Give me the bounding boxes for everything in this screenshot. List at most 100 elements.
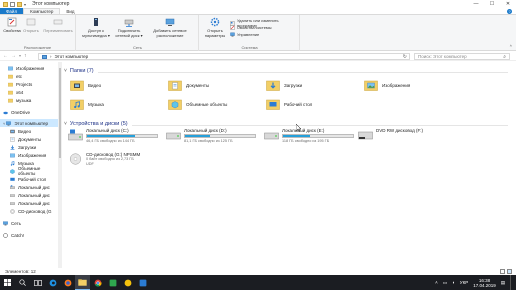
drive-c[interactable]: Локальный диск (C:) 46,4 ГБ свободно из … bbox=[68, 128, 168, 146]
search-taskbar-button[interactable] bbox=[15, 275, 30, 290]
back-arrow-icon[interactable]: ← bbox=[3, 53, 8, 59]
media-access-button[interactable]: Доступ к мультимедиа ▾ bbox=[81, 17, 111, 38]
nav-item-drive-d[interactable]: Локальный дис bbox=[0, 191, 58, 199]
notifications-icon[interactable]: ▤ bbox=[501, 280, 505, 286]
properties-icon[interactable] bbox=[10, 1, 15, 7]
folder-downloads[interactable]: Загрузки bbox=[266, 79, 302, 91]
large-icons-view-icon[interactable] bbox=[507, 269, 512, 274]
folder-3d-objects[interactable]: Объемные объекты bbox=[168, 98, 227, 110]
forward-arrow-icon[interactable]: → bbox=[11, 53, 16, 59]
map-network-drive-button[interactable]: Подключить сетевой диск ▾ bbox=[113, 17, 145, 38]
tab-file[interactable]: Файл bbox=[0, 8, 24, 14]
nav-item-drive-c[interactable]: Локальный дис bbox=[0, 183, 58, 191]
cd-icon bbox=[69, 153, 82, 165]
network-tray-icon[interactable]: ▭ bbox=[443, 280, 447, 286]
quick-access-dropdown-icon[interactable]: ▾ bbox=[24, 2, 26, 7]
tray-chevron-up-icon[interactable]: ˄ bbox=[435, 280, 438, 285]
show-desktop-button[interactable] bbox=[510, 275, 512, 290]
section-header-devices-drives[interactable]: ˅ Устройства и диски (5) bbox=[64, 120, 128, 128]
taskbar-app-green[interactable] bbox=[105, 275, 120, 290]
cd-drive-g[interactable]: CD-дисковод (G:) NPSMM 0 байт свободно и… bbox=[68, 152, 178, 170]
folder-desktop[interactable]: Рабочий стол bbox=[266, 98, 312, 110]
refresh-icon[interactable]: ↻ bbox=[403, 54, 407, 60]
tab-view[interactable]: Вид bbox=[60, 8, 80, 14]
edge-icon bbox=[49, 279, 56, 286]
network-icon bbox=[3, 220, 8, 225]
taskbar-app-firefox[interactable] bbox=[60, 275, 75, 290]
navigation-buttons: ← → ▾ ↑ bbox=[0, 53, 27, 59]
clock[interactable]: 16:38 17.04.2019 bbox=[473, 278, 496, 288]
up-arrow-icon[interactable]: ↑ bbox=[24, 53, 27, 59]
folder-documents[interactable]: Документы bbox=[168, 79, 209, 91]
dvd-drive-f[interactable]: DVD RW дисковод (F:) bbox=[358, 128, 468, 142]
nav-item-documents[interactable]: Документы bbox=[0, 135, 58, 143]
taskbar-app-yellow[interactable] bbox=[120, 275, 135, 290]
maximize-button[interactable]: ☐ bbox=[484, 0, 500, 8]
chevron-down-icon[interactable]: ˅ bbox=[64, 68, 67, 74]
downloads-icon bbox=[10, 145, 15, 150]
folder-videos[interactable]: Видео bbox=[70, 79, 101, 91]
help-icon[interactable]: ? bbox=[507, 9, 512, 14]
tab-computer[interactable]: Компьютер bbox=[23, 8, 61, 14]
task-view-button[interactable] bbox=[30, 275, 45, 290]
section-header-folders[interactable]: ˅ Папки (7) bbox=[64, 67, 94, 75]
system-drive-icon bbox=[68, 129, 83, 141]
add-network-location-button[interactable]: Добавить сетевое расположение bbox=[147, 17, 193, 38]
scrollbar-thumb[interactable] bbox=[59, 68, 61, 158]
language-indicator[interactable]: УКР bbox=[460, 280, 468, 285]
nav-item-downloads[interactable]: Загрузки bbox=[0, 143, 58, 151]
nav-item-this-pc[interactable]: ˅ Этот компьютер bbox=[0, 119, 58, 127]
open-button[interactable]: Открыть bbox=[22, 17, 40, 34]
minimize-button[interactable]: — bbox=[468, 0, 484, 8]
volume-icon[interactable]: ◖ bbox=[452, 280, 455, 285]
taskbar-app-blue[interactable] bbox=[135, 275, 150, 290]
nav-item-pictures-pinned[interactable]: Изображения bbox=[0, 64, 58, 72]
nav-item-network[interactable]: Сеть bbox=[0, 219, 58, 227]
close-button[interactable]: ✕ bbox=[500, 0, 516, 8]
open-settings-button[interactable]: Открыть параметры bbox=[203, 17, 227, 38]
drive-icon bbox=[264, 132, 279, 140]
taskbar-app-edge[interactable] bbox=[45, 275, 60, 290]
nav-item-projects[interactable]: Projects bbox=[0, 80, 58, 88]
chevron-down-icon[interactable]: ˅ bbox=[64, 121, 67, 127]
properties-button[interactable]: Свойства bbox=[3, 17, 21, 34]
taskbar-app-explorer[interactable] bbox=[75, 275, 90, 290]
settings-gear-icon bbox=[210, 17, 220, 27]
chrome-icon bbox=[94, 279, 101, 287]
nav-item-cd-drive[interactable]: CD-дисковод (G bbox=[0, 207, 58, 215]
nav-item-pictures[interactable]: Изображения bbox=[0, 151, 58, 159]
nav-item-etc[interactable]: etc bbox=[0, 72, 58, 80]
search-input[interactable]: Поиск: Этот компьютер ⌕ bbox=[414, 53, 510, 60]
nav-item-3d-objects[interactable]: Объемные объекты bbox=[0, 166, 58, 176]
system-properties-button[interactable]: Свойства системы bbox=[230, 25, 272, 30]
search-icon: ⌕ bbox=[503, 53, 506, 60]
nav-item-drive-e[interactable]: Локальный дис bbox=[0, 199, 58, 207]
app-icon bbox=[139, 279, 146, 286]
recent-locations-icon[interactable]: ▾ bbox=[19, 53, 21, 59]
new-folder-icon[interactable] bbox=[17, 1, 22, 7]
drive-d[interactable]: Локальный диск (D:) 81,1 ГБ свободно из … bbox=[166, 128, 266, 146]
folder-icon[interactable] bbox=[3, 1, 8, 7]
rename-icon bbox=[53, 19, 63, 25]
nav-item-music-folder[interactable]: музыка bbox=[0, 96, 58, 104]
details-view-icon[interactable] bbox=[500, 269, 505, 274]
breadcrumb-current[interactable]: Этот компьютер bbox=[55, 54, 89, 59]
chevron-down-icon[interactable]: ˅ bbox=[3, 121, 5, 126]
folder-pictures[interactable]: Изображения bbox=[364, 79, 410, 91]
pictures-icon bbox=[10, 153, 15, 157]
nav-item-onedrive[interactable]: OneDrive bbox=[0, 108, 58, 116]
drive-usage-bar bbox=[282, 134, 354, 138]
collapse-ribbon-icon[interactable]: ˄ bbox=[510, 43, 512, 48]
nav-item-catch[interactable]: Catch! bbox=[0, 231, 58, 239]
taskbar-app-chrome[interactable] bbox=[90, 275, 105, 290]
firefox-icon bbox=[64, 279, 71, 286]
nav-item-x64[interactable]: x64 bbox=[0, 88, 58, 96]
nav-item-videos[interactable]: Видео bbox=[0, 127, 58, 135]
drive-e[interactable]: Локальный диск (E:) 118 ГБ свободно из 1… bbox=[264, 128, 364, 146]
start-button[interactable] bbox=[0, 275, 15, 290]
manage-button[interactable]: Управление bbox=[230, 32, 259, 37]
address-bar[interactable]: › Этот компьютер ↻ bbox=[38, 53, 410, 60]
nav-item-desktop[interactable]: Рабочий стол bbox=[0, 175, 58, 183]
folder-music[interactable]: Музыка bbox=[70, 98, 104, 110]
rename-button[interactable]: Переименовать bbox=[42, 17, 74, 34]
